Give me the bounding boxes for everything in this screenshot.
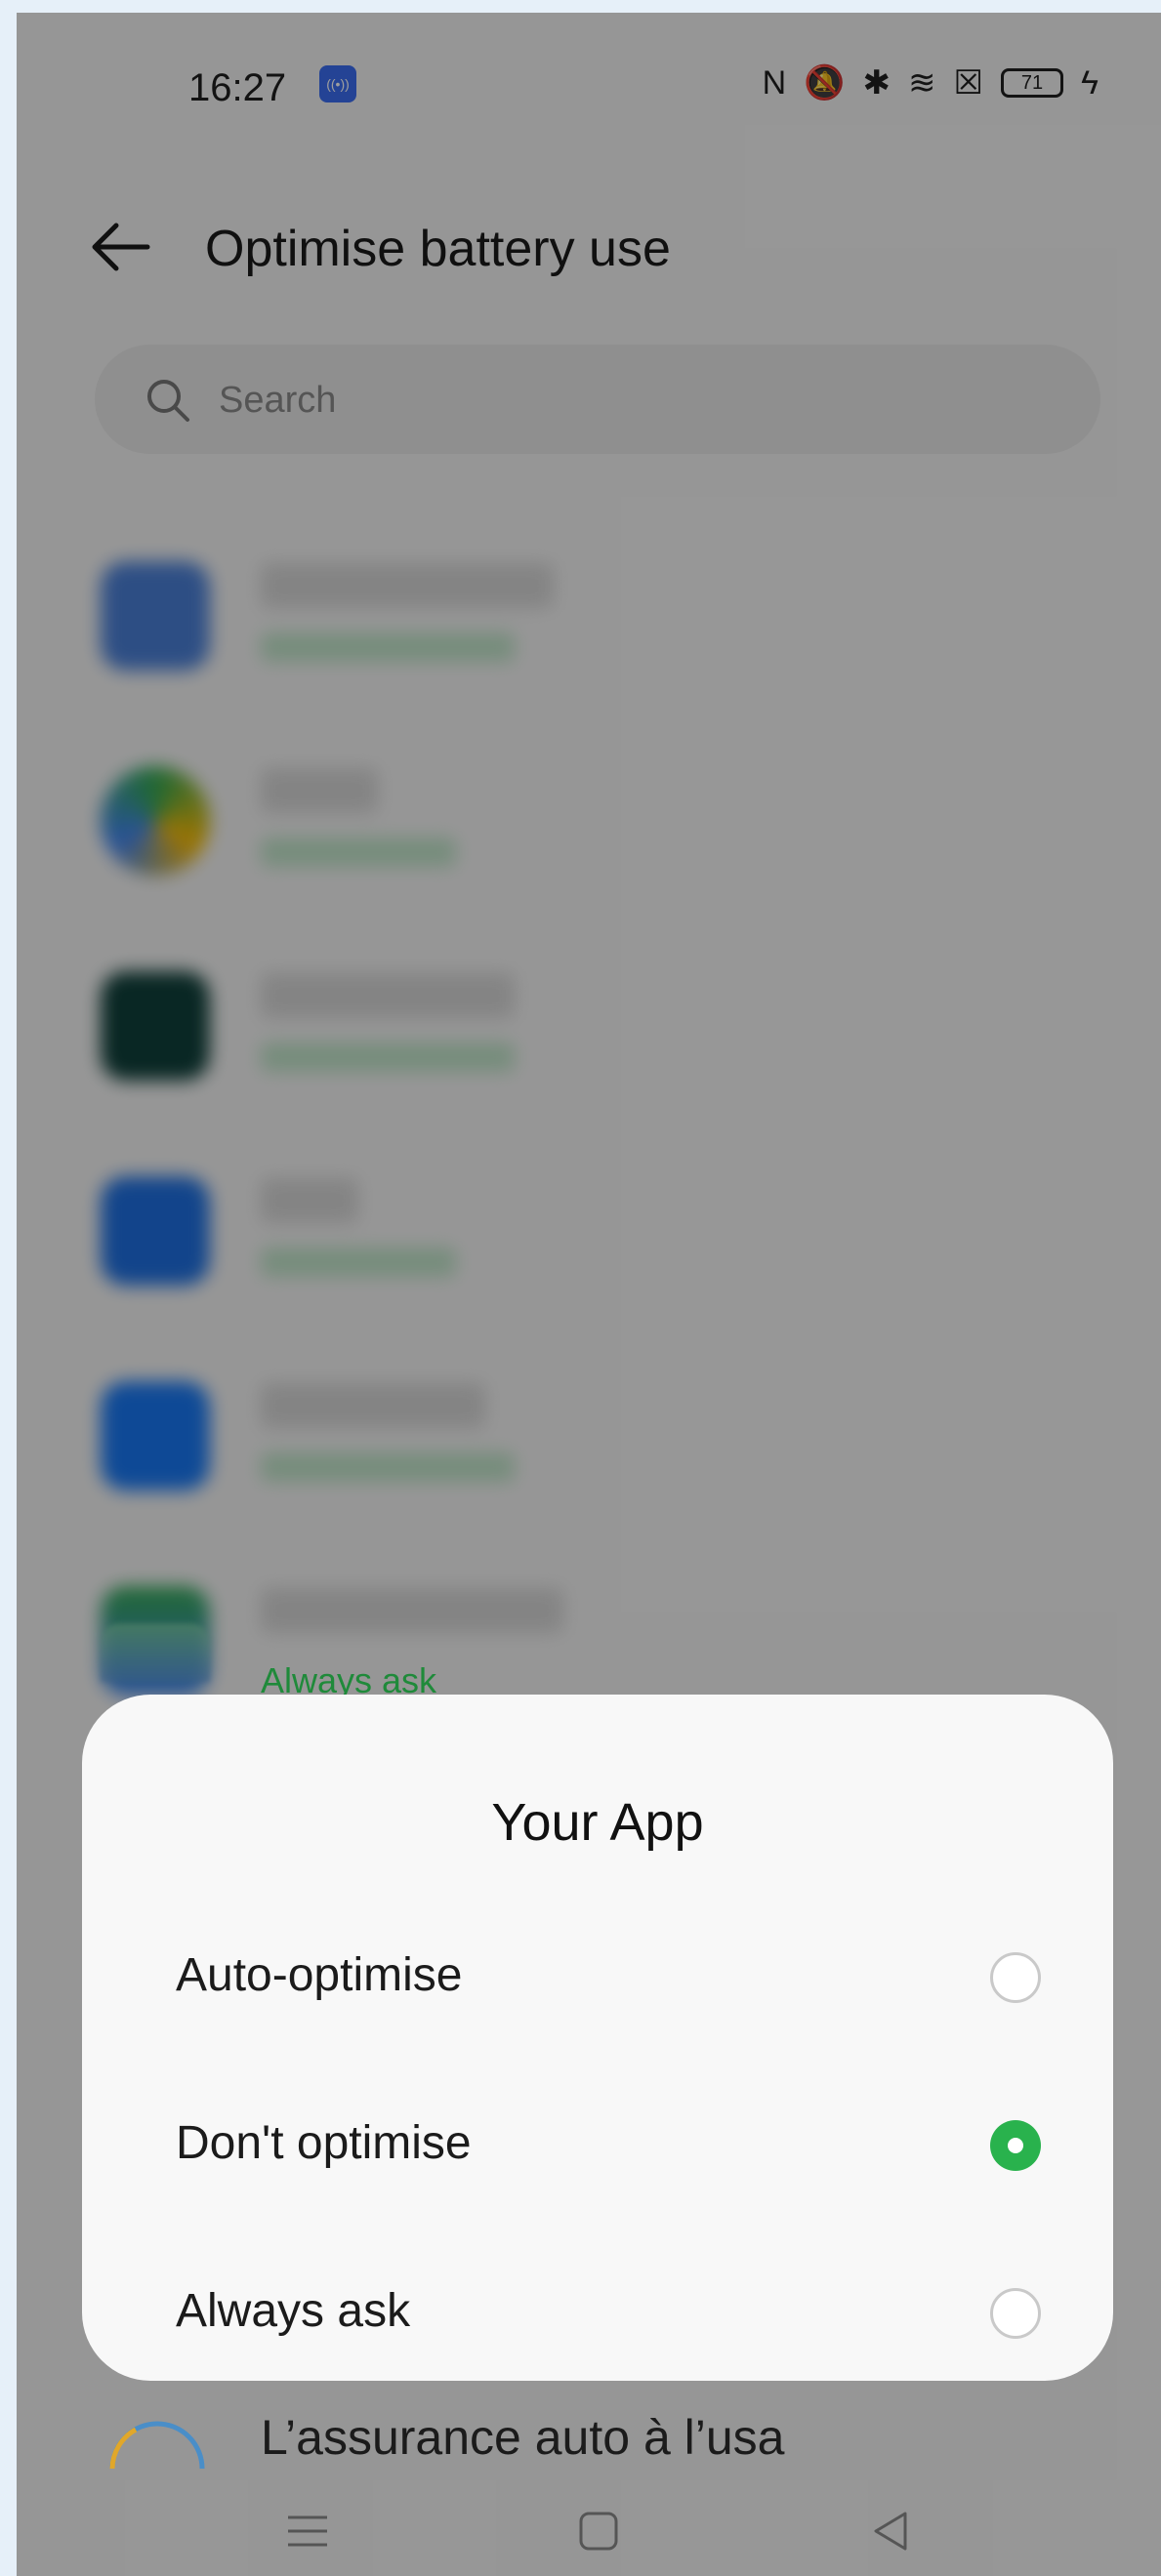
radio-button[interactable] xyxy=(990,1952,1041,2003)
option-always-ask[interactable]: Always ask xyxy=(82,2235,1113,2382)
dialog-title: Your App xyxy=(491,1793,704,1852)
option-dont-optimise[interactable]: Don't optimise xyxy=(82,2067,1113,2214)
option-label: Don't optimise xyxy=(176,2117,472,2169)
battery-option-dialog: Your App Auto-optimise Don't optimise Al… xyxy=(82,1695,1113,2381)
phone-screen: 16:27 ((•)) N 🔕 ✱ ≋ ☒ 71 ϟ Optimise batt… xyxy=(17,13,1161,2576)
menu-icon[interactable] xyxy=(278,2502,337,2560)
radio-button[interactable] xyxy=(990,2288,1041,2339)
app-icon xyxy=(101,1623,210,1682)
option-label: Always ask xyxy=(176,2285,411,2337)
app-name-peek: L’assurance auto à l’usa xyxy=(261,2410,785,2465)
home-icon[interactable] xyxy=(569,2502,628,2560)
option-label: Auto-optimise xyxy=(176,1949,463,2001)
option-auto-optimise[interactable]: Auto-optimise xyxy=(82,1900,1113,2046)
navigation-bar xyxy=(17,2473,1161,2576)
app-icon xyxy=(109,2421,205,2470)
radio-button-selected[interactable] xyxy=(990,2120,1041,2171)
back-icon[interactable] xyxy=(862,2502,921,2560)
